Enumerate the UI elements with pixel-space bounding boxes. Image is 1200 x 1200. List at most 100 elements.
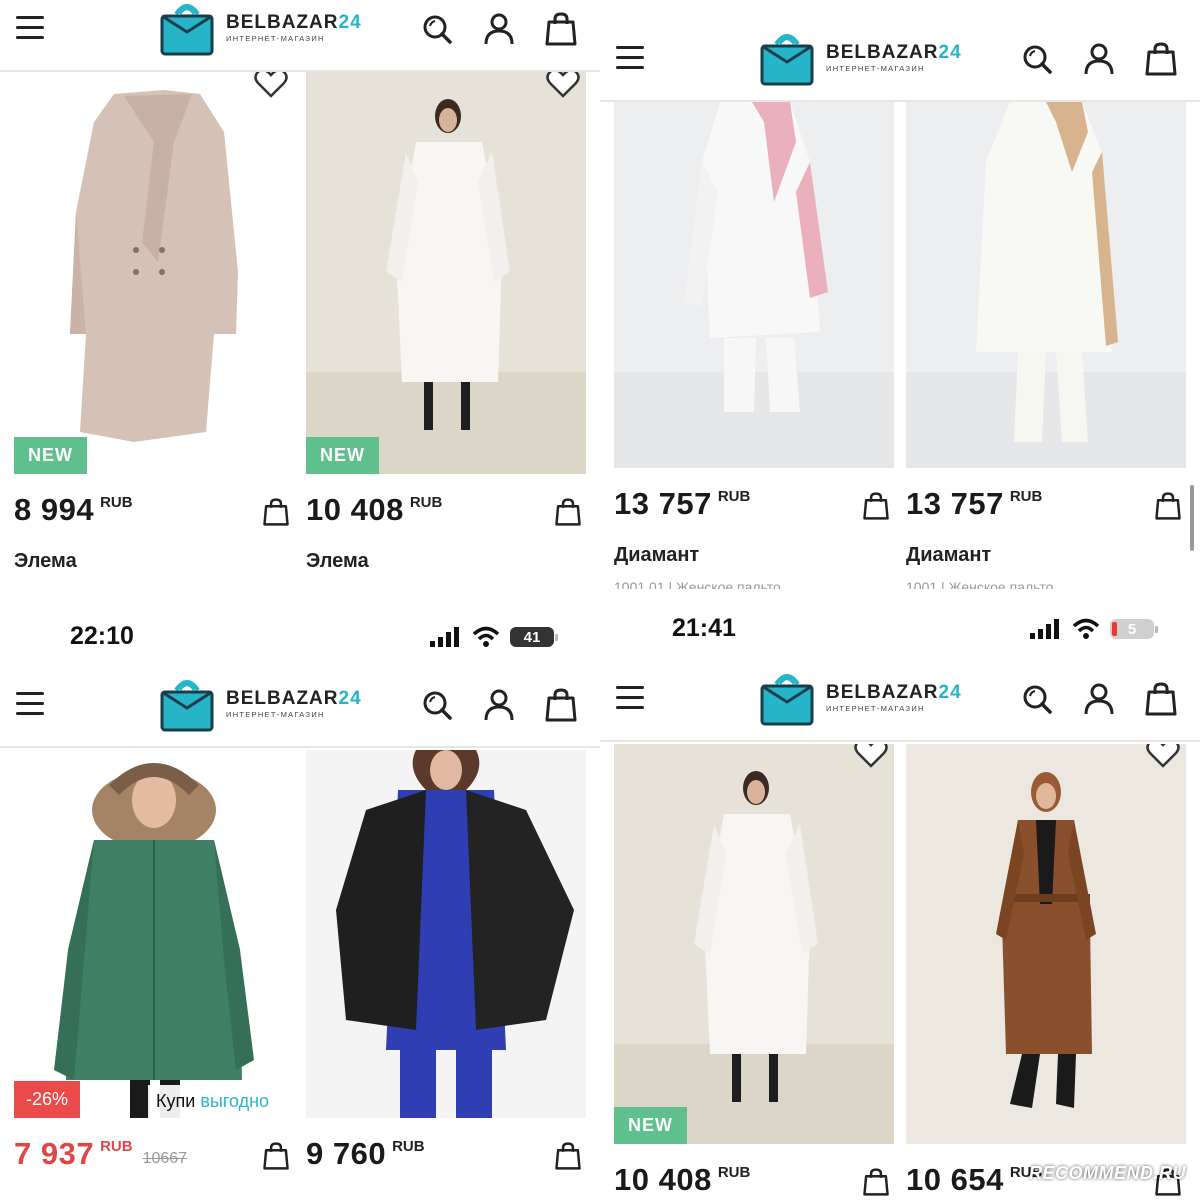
product-photo[interactable]	[306, 750, 586, 1118]
white-beige-puffer-image	[906, 102, 1186, 468]
old-price: 10667	[142, 1150, 188, 1167]
heart-icon[interactable]	[854, 744, 888, 768]
product-card[interactable]: 13 757 RUB Диамант 1001 | Женское пальто	[906, 102, 1186, 589]
product-currency: RUB	[1009, 488, 1043, 505]
product-photo[interactable]	[906, 744, 1186, 1144]
promo-badge: Купи выгодно	[148, 1085, 278, 1118]
add-to-cart-icon[interactable]	[1154, 490, 1182, 522]
site-logo[interactable]: BELBAZAR24 ИНТЕРНЕТ-МАГАЗИН	[158, 676, 362, 732]
menu-icon[interactable]	[16, 16, 44, 42]
site-header: BELBAZAR24 ИНТЕРНЕТ-МАГАЗИН	[0, 668, 600, 748]
product-price: 10 654	[906, 1162, 1004, 1197]
product-brand: Диамант	[906, 544, 992, 566]
product-brand: Элема	[14, 550, 77, 572]
user-icon[interactable]	[482, 688, 516, 722]
heart-icon[interactable]	[254, 72, 288, 98]
heart-icon[interactable]	[546, 72, 580, 98]
product-photo[interactable]: NEW	[614, 744, 894, 1144]
product-card[interactable]: NEW 10 408 RUB Элема	[306, 72, 586, 573]
promo-accent-text: выгодно	[200, 1091, 270, 1111]
product-card[interactable]: 13 757 RUB Диамант 1001 01 | Женское пал…	[614, 102, 894, 589]
logo-number: 24	[338, 688, 362, 710]
site-header: BELBAZAR24 ИНТЕРНЕТ-МАГАЗИН	[0, 0, 600, 72]
phone-status-bar: 22:10 41	[0, 610, 600, 660]
product-brand: Диамант	[614, 544, 700, 566]
product-card[interactable]: NEW 8 994 RUB Элема	[14, 72, 294, 573]
menu-icon[interactable]	[16, 692, 44, 718]
heart-icon[interactable]	[1146, 744, 1180, 768]
status-time: 21:41	[672, 614, 736, 642]
screenshot-bottom-left: 22:10 41 BELBAZAR24 ИНТЕРНЕТ-МАГАЗИН -26…	[0, 600, 600, 1200]
product-photo[interactable]: -26% Купи выгодно	[14, 750, 294, 1118]
user-icon[interactable]	[482, 12, 516, 46]
cart-icon[interactable]	[544, 12, 578, 46]
user-icon[interactable]	[1082, 42, 1116, 76]
product-photo[interactable]: NEW	[14, 72, 294, 474]
site-logo[interactable]: BELBAZAR24 ИНТЕРНЕТ-МАГАЗИН	[158, 0, 362, 56]
product-card[interactable]: -26% Купи выгодно 7 937 RUB 10667	[14, 750, 294, 1188]
cart-icon[interactable]	[544, 688, 578, 722]
add-to-cart-icon[interactable]	[862, 1166, 890, 1198]
add-to-cart-icon[interactable]	[862, 490, 890, 522]
product-price: 7 937	[14, 1136, 95, 1171]
search-icon[interactable]	[1020, 682, 1054, 716]
badge-new: NEW	[306, 437, 379, 474]
logo-subtitle: ИНТЕРНЕТ-МАГАЗИН	[826, 704, 925, 714]
product-photo[interactable]: NEW	[306, 72, 586, 474]
status-time: 22:10	[70, 622, 134, 650]
battery-icon: 5	[1110, 619, 1158, 639]
logo-brand: BELBAZAR	[826, 682, 939, 704]
product-photo[interactable]	[614, 102, 894, 468]
discount-badge: -26%	[14, 1081, 81, 1118]
logo-number: 24	[938, 42, 962, 64]
site-header: BELBAZAR24 ИНТЕРНЕТ-МАГАЗИН	[600, 22, 1200, 102]
menu-icon[interactable]	[616, 46, 644, 72]
product-card[interactable]: NEW 10 408 RUB	[614, 744, 894, 1200]
badge-new: NEW	[614, 1107, 687, 1144]
logo-brand: BELBAZAR	[826, 42, 939, 64]
product-currency: RUB	[392, 1138, 425, 1155]
product-subline: 1001 01 | Женское пальто	[614, 579, 781, 589]
wifi-icon	[1072, 618, 1100, 639]
product-price: 9 760	[306, 1136, 387, 1171]
site-logo[interactable]: BELBAZAR24 ИНТЕРНЕТ-МАГАЗИН	[758, 670, 962, 726]
search-icon[interactable]	[1020, 42, 1054, 76]
add-to-cart-icon[interactable]	[554, 496, 582, 528]
shopping-bag-logo-icon	[158, 676, 216, 732]
cart-icon[interactable]	[1144, 682, 1178, 716]
black-leather-jacket-image	[336, 750, 574, 1118]
logo-brand: BELBAZAR	[226, 12, 339, 34]
product-card[interactable]: 10 654 RUB	[906, 744, 1186, 1200]
add-to-cart-icon[interactable]	[262, 496, 290, 528]
wifi-icon	[472, 626, 500, 647]
product-brand: Элема	[306, 550, 369, 572]
screenshot-top-right: BELBAZAR24 ИНТЕРНЕТ-МАГАЗИН 13 757 RUB Д…	[600, 0, 1200, 600]
screenshot-top-left: BELBAZAR24 ИНТЕРНЕТ-МАГАЗИН NEW 8 994 RU…	[0, 0, 600, 600]
beige-fur-coat-image	[70, 90, 238, 442]
product-photo[interactable]	[906, 102, 1186, 468]
product-price: 10 408	[306, 492, 404, 527]
logo-subtitle: ИНТЕРНЕТ-МАГАЗИН	[226, 710, 325, 720]
product-price: 13 757	[906, 486, 1004, 521]
shopping-bag-logo-icon	[758, 30, 816, 86]
product-currency: RUB	[100, 1138, 133, 1155]
shopping-bag-logo-icon	[158, 0, 216, 56]
product-currency: RUB	[717, 488, 751, 505]
signal-icon	[430, 627, 459, 647]
product-subline: 1001 | Женское пальто	[906, 579, 1054, 589]
scrollbar[interactable]	[1190, 485, 1194, 551]
green-parka-fur-hood-image	[54, 763, 254, 1118]
menu-icon[interactable]	[616, 686, 644, 712]
user-icon[interactable]	[1082, 682, 1116, 716]
site-logo[interactable]: BELBAZAR24 ИНТЕРНЕТ-МАГАЗИН	[758, 30, 962, 86]
watermark-recommend: RECOMMEND.RU	[1029, 1163, 1186, 1183]
add-to-cart-icon[interactable]	[554, 1140, 582, 1172]
cart-icon[interactable]	[1144, 42, 1178, 76]
search-icon[interactable]	[420, 12, 454, 46]
add-to-cart-icon[interactable]	[262, 1140, 290, 1172]
brown-sheepskin-coat-image	[996, 772, 1096, 1108]
search-icon[interactable]	[420, 688, 454, 722]
product-card[interactable]: 9 760 RUB	[306, 750, 586, 1188]
battery-icon: 41	[510, 627, 558, 647]
badge-new: NEW	[14, 437, 87, 474]
